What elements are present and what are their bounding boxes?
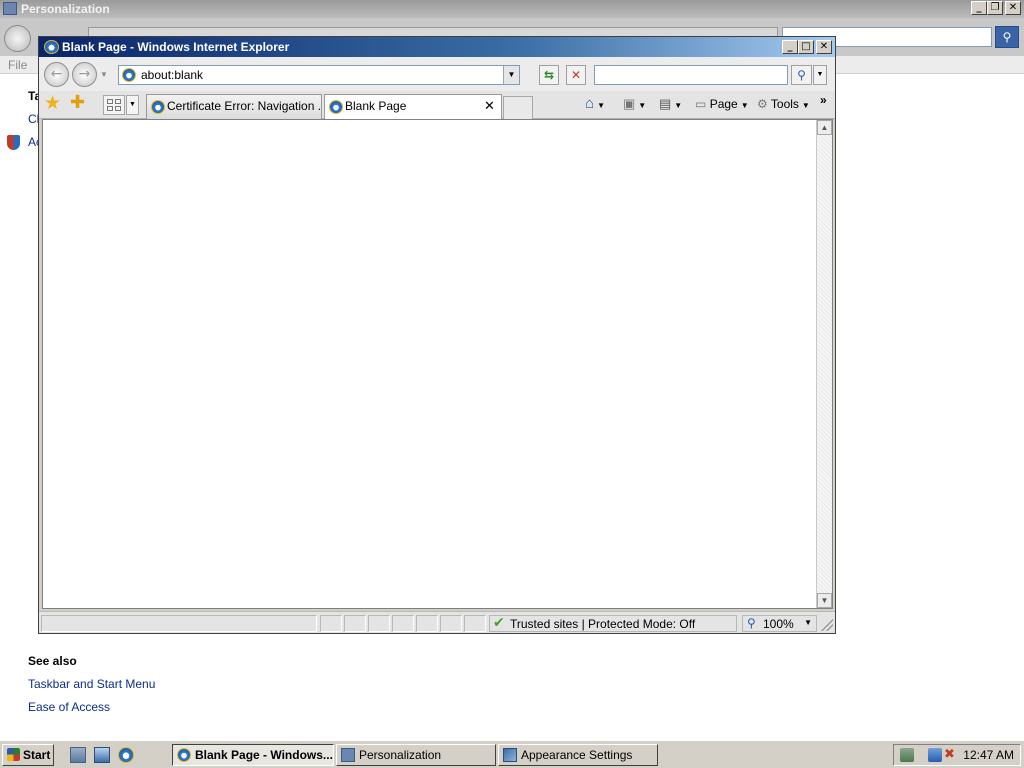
zoom-level: 100% <box>763 617 794 631</box>
personalization-titlebar: Personalization _ ❐ ✕ <box>0 0 1024 18</box>
internet-explorer-icon <box>177 748 191 762</box>
status-bar: ✔ Trusted sites | Protected Mode: Off ⚲ … <box>39 611 835 633</box>
appearance-settings-icon <box>503 748 517 762</box>
taskbar-button-personalization[interactable]: Personalization <box>336 744 496 766</box>
minimize-button[interactable]: _ <box>971 1 987 15</box>
ie-search-input[interactable] <box>594 65 788 85</box>
zoom-dropdown-icon[interactable]: ▼ <box>804 618 812 627</box>
page-icon: ▭ <box>695 97 707 111</box>
status-cell <box>440 615 462 632</box>
vertical-scrollbar[interactable]: ▲ ▼ <box>816 120 832 608</box>
status-cell <box>344 615 366 632</box>
internet-explorer-icon[interactable] <box>118 747 134 763</box>
tab-label: Certificate Error: Navigation ... <box>167 99 322 113</box>
status-cell <box>416 615 438 632</box>
menu-file[interactable]: File <box>8 58 27 72</box>
star-plus-icon[interactable]: ✚ <box>70 94 85 112</box>
taskbar-button-label: Appearance Settings <box>521 748 633 762</box>
page-ie-icon <box>329 100 343 114</box>
search-options-dropdown[interactable]: ▼ <box>813 65 827 85</box>
home-icon[interactable]: ⌂ ▼ <box>585 95 605 112</box>
refresh-icon[interactable]: ⇆ <box>539 65 559 85</box>
tab-bar: ★ ✚ ▼ Certificate Error: Navigation ... … <box>39 91 835 119</box>
volume-muted-icon[interactable]: ✖ <box>944 748 958 762</box>
status-text-cell <box>41 615 317 632</box>
network-tray-icon[interactable] <box>928 748 942 762</box>
rss-feed-icon[interactable]: ▣ ▼ <box>623 96 646 112</box>
tab-certificate-error[interactable]: Certificate Error: Navigation ... <box>146 94 322 119</box>
ie-maximize-button[interactable]: □ <box>798 40 814 54</box>
show-desktop-icon[interactable] <box>94 747 110 763</box>
recent-pages-dropdown[interactable]: ▼ <box>100 70 110 80</box>
checkmark-icon: ✔ <box>493 615 505 631</box>
scroll-down-arrow-icon[interactable]: ▼ <box>817 593 832 608</box>
status-cell <box>392 615 414 632</box>
page-ie-icon <box>122 68 136 82</box>
security-zone-text: Trusted sites | Protected Mode: Off <box>510 617 696 631</box>
ie-titlebar: Blank Page - Windows Internet Explorer _… <box>39 37 835 57</box>
status-cell <box>368 615 390 632</box>
see-also-heading: See also <box>28 654 77 668</box>
uac-shield-icon <box>7 135 20 150</box>
forward-arrow-icon[interactable]: → <box>72 62 97 87</box>
personalization-title: Personalization <box>21 2 110 16</box>
ie-minimize-button[interactable]: _ <box>782 40 798 54</box>
taskbar-button-label: Blank Page - Windows... <box>195 748 333 762</box>
page-content-area[interactable]: ▲ ▼ <box>42 119 833 609</box>
tools-menu[interactable]: ⚙ Tools ▼ <box>757 97 810 111</box>
system-tray: ✖ 12:47 AM <box>893 744 1021 766</box>
close-button[interactable]: ✕ <box>1005 1 1021 15</box>
printer-icon[interactable]: ▤ ▼ <box>659 96 682 112</box>
tab-label: Blank Page <box>345 99 407 113</box>
address-dropdown-button[interactable]: ▼ <box>503 66 519 84</box>
taskbar: Start Blank Page - Windows... Personaliz… <box>0 740 1024 768</box>
chevron-more-icon[interactable]: » <box>820 93 827 107</box>
link-ease-of-access[interactable]: Ease of Access <box>28 700 110 714</box>
ie-close-button[interactable]: ✕ <box>816 40 832 54</box>
windows-flag-icon <box>7 748 20 761</box>
tab-list-dropdown[interactable]: ▼ <box>126 95 139 115</box>
security-zone-indicator[interactable]: ✔ Trusted sites | Protected Mode: Off <box>489 615 737 632</box>
tools-menu-label: Tools <box>770 97 799 111</box>
clock[interactable]: 12:47 AM <box>963 748 1014 762</box>
stop-icon[interactable]: ✕ <box>566 65 586 85</box>
ie-logo-icon <box>44 40 59 54</box>
status-cell <box>320 615 342 632</box>
security-tray-icon[interactable] <box>900 748 914 762</box>
start-label: Start <box>23 748 51 762</box>
close-tab-icon[interactable]: ✕ <box>484 99 495 114</box>
back-button[interactable] <box>4 25 31 52</box>
quick-tabs-icon[interactable] <box>103 95 125 115</box>
page-ie-icon <box>151 100 165 114</box>
magnifier-icon[interactable]: ⚲ <box>791 65 812 85</box>
scroll-up-arrow-icon[interactable]: ▲ <box>817 120 832 135</box>
page-menu[interactable]: ▭ Page ▼ <box>695 97 749 111</box>
taskbar-button-ie[interactable]: Blank Page - Windows... <box>172 744 334 766</box>
address-bar[interactable]: about:blank ▼ <box>118 65 520 85</box>
back-arrow-icon[interactable]: ← <box>44 62 69 87</box>
zoom-control[interactable]: ⚲ 100% ▼ <box>742 615 817 632</box>
control-panel-icon <box>3 2 17 15</box>
search-icon[interactable]: ⚲ <box>995 26 1019 48</box>
star-icon[interactable]: ★ <box>44 94 61 113</box>
status-cell <box>464 615 486 632</box>
ie-navigation-bar: ← → ▼ about:blank ▼ ⇆ ✕ ⚲ ▼ <box>39 57 835 91</box>
restore-button[interactable]: ❐ <box>987 1 1003 15</box>
taskbar-button-appearance[interactable]: Appearance Settings <box>498 744 658 766</box>
zoom-magnifier-icon: ⚲ <box>747 616 756 630</box>
control-panel-icon <box>341 748 355 762</box>
tab-blank-page[interactable]: Blank Page <box>324 94 502 119</box>
ie-window: Blank Page - Windows Internet Explorer _… <box>38 36 836 634</box>
page-menu-label: Page <box>709 97 738 111</box>
ie-window-title: Blank Page - Windows Internet Explorer <box>62 40 290 54</box>
taskbar-button-label: Personalization <box>359 748 442 762</box>
link-taskbar-start-menu[interactable]: Taskbar and Start Menu <box>28 677 155 691</box>
gear-icon: ⚙ <box>757 97 768 111</box>
address-text[interactable]: about:blank <box>141 68 203 82</box>
new-tab-button[interactable] <box>503 96 533 119</box>
server-manager-icon[interactable] <box>70 747 86 763</box>
start-button[interactable]: Start <box>2 744 54 766</box>
resize-grip[interactable] <box>821 619 833 631</box>
